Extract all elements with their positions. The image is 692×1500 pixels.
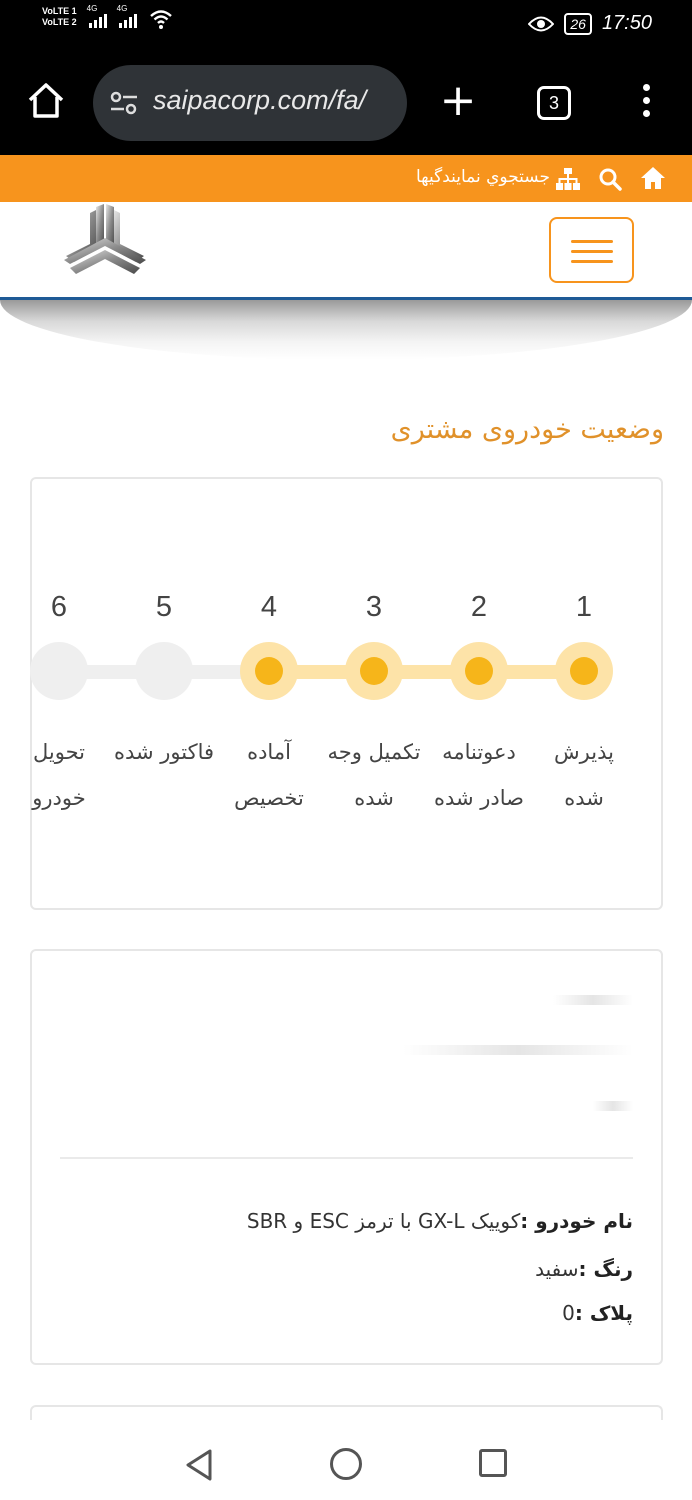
vehicle-plate-row: پلاک :0 — [562, 1301, 633, 1325]
redacted-text — [553, 995, 633, 1005]
net1-label: 4G — [86, 4, 98, 13]
step-number: 6 — [50, 591, 68, 623]
vehicle-color-value: سفید — [535, 1257, 579, 1281]
vehicle-name-value: کوییک GX-L با ترمز ESC و SBR — [246, 1209, 521, 1233]
step-label: پذیرش شده — [554, 740, 614, 810]
wifi-icon — [149, 10, 172, 29]
step-label: دعوتنامه صادر شده — [433, 740, 525, 810]
clock: 17:50 — [601, 12, 652, 34]
step-number: 2 — [470, 591, 488, 623]
redacted-text — [593, 1101, 633, 1111]
home-icon[interactable] — [640, 166, 666, 190]
utility-bar: جستجوي نمايندگيها — [0, 155, 692, 202]
step-label: تکمیل وجه شده — [327, 740, 421, 810]
sitemap-icon[interactable] — [556, 167, 580, 191]
step-label: آماده تخصیص — [234, 740, 304, 810]
recents-icon[interactable] — [479, 1449, 507, 1477]
step-number: 4 — [260, 591, 278, 623]
vehicle-color-label: رنگ : — [578, 1257, 633, 1281]
step-indicator-complete — [555, 642, 613, 700]
sim1-indicator: VoLTE 1 — [42, 6, 77, 16]
site-header — [0, 202, 692, 300]
step-number: 3 — [365, 591, 383, 623]
vehicle-plate-label: پلاک : — [574, 1301, 633, 1325]
tab-switcher-button[interactable]: 3 — [537, 86, 571, 120]
vehicle-info-card: نام خودرو :کوییک GX-L با ترمز ESC و SBR … — [30, 949, 663, 1365]
eye-icon — [528, 16, 555, 31]
vehicle-color-row: رنگ :سفید — [535, 1257, 633, 1281]
step-label: فاکتور شده — [113, 740, 215, 764]
vehicle-plate-value: 0 — [562, 1301, 575, 1325]
redacted-text — [403, 1045, 633, 1055]
step-indicator-pending — [30, 642, 88, 700]
nav-home-icon[interactable] — [330, 1448, 362, 1480]
site-settings-icon[interactable] — [109, 90, 139, 116]
step-number: 1 — [575, 591, 593, 623]
step-indicator-complete — [450, 642, 508, 700]
step-indicator-pending — [135, 642, 193, 700]
battery-icon: 26 — [564, 12, 592, 35]
browser-home-icon[interactable] — [26, 80, 66, 120]
hamburger-menu-button[interactable] — [549, 217, 634, 283]
signal-icon: 4G — [86, 4, 107, 28]
saipa-logo[interactable] — [60, 204, 150, 284]
status-stepper-card: 1 پذیرش شده 2 دعوتنامه صادر شده 3 تکمیل وجه ش… — [30, 477, 663, 910]
step-number: 5 — [155, 591, 173, 623]
back-icon[interactable] — [184, 1448, 214, 1482]
page-title: وضعیت خودروی مشتری — [390, 414, 664, 445]
search-icon[interactable] — [598, 167, 622, 191]
vehicle-name-row: نام خودرو :کوییک GX-L با ترمز ESC و SBR — [247, 1209, 633, 1233]
status-stepper: 1 پذیرش شده 2 دعوتنامه صادر شده 3 تکمیل وجه ش… — [30, 479, 665, 909]
address-bar[interactable]: saipacorp.com/fa/ — [93, 65, 407, 141]
signal-icon-2: 4G — [116, 4, 137, 28]
system-nav-bar — [0, 1420, 692, 1500]
status-bar: VoLTE 1 VoLTE 2 4G 4G 26 17:50 — [0, 0, 692, 50]
net2-label: 4G — [116, 4, 128, 13]
browser-toolbar: saipacorp.com/fa/ + 3 — [0, 50, 692, 155]
dealer-search-link[interactable]: جستجوي نمايندگيها — [416, 167, 550, 187]
header-shadow — [0, 300, 692, 360]
browser-menu-icon[interactable] — [638, 84, 654, 124]
new-tab-icon[interactable]: + — [438, 79, 478, 123]
step-indicator-complete — [345, 642, 403, 700]
divider — [60, 1157, 633, 1159]
sim2-indicator: VoLTE 2 — [42, 17, 77, 27]
url-text[interactable]: saipacorp.com/fa/ — [153, 85, 366, 116]
step-indicator-complete — [240, 642, 298, 700]
vehicle-name-label: نام خودرو : — [520, 1209, 633, 1233]
step-label: تحویل خودرو — [32, 740, 86, 810]
